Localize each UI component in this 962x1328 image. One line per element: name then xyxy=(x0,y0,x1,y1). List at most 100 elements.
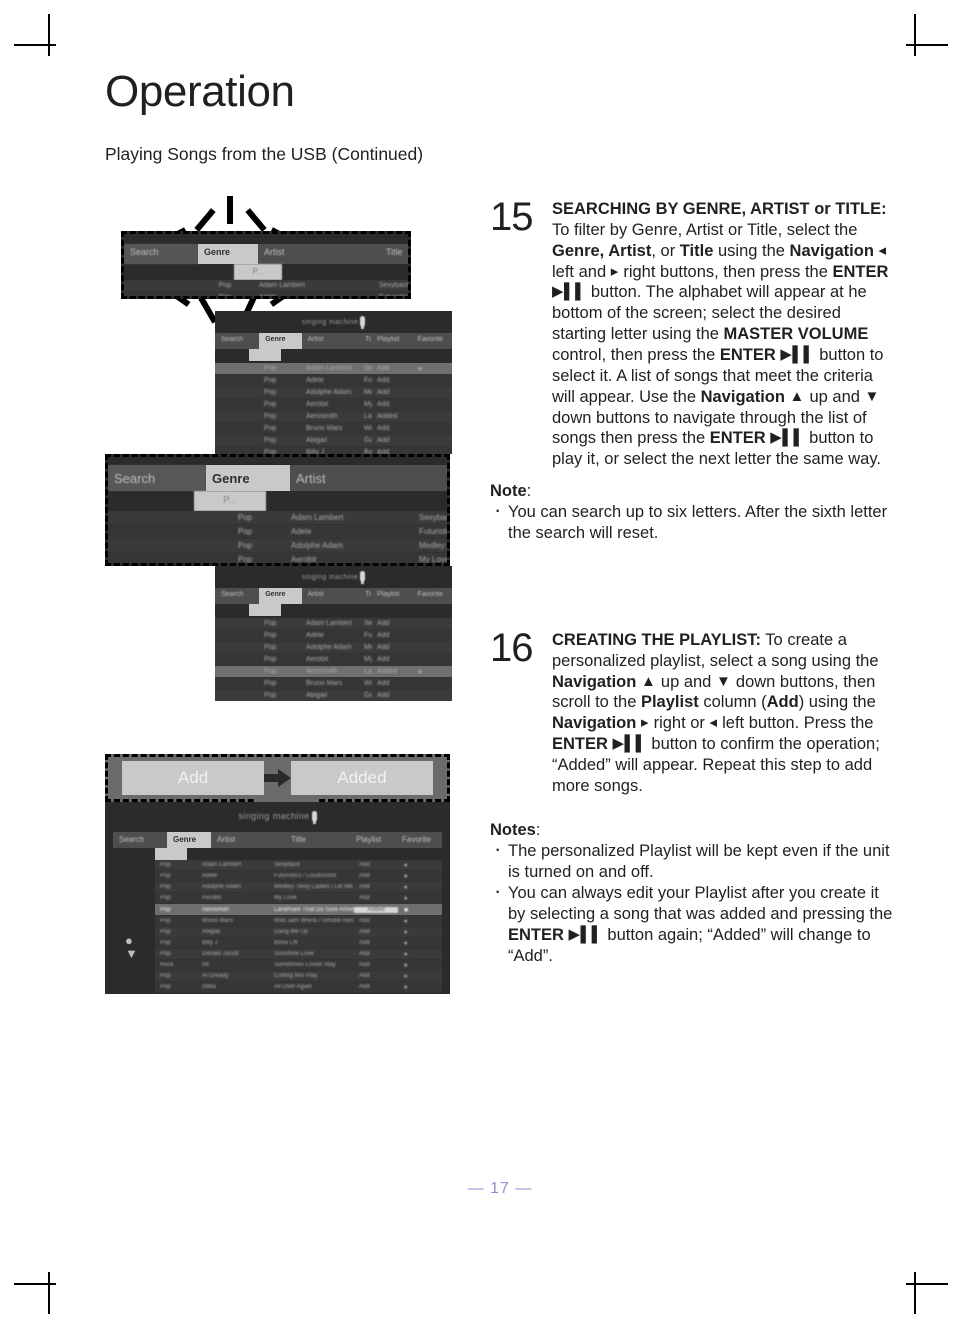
col-search[interactable]: Search xyxy=(113,832,167,848)
col-search[interactable]: Search xyxy=(215,333,259,349)
table-row[interactable]: Rock All Sometimes Loved Stay Add ★ xyxy=(155,960,442,971)
cell-playlist[interactable]: Add xyxy=(372,656,412,663)
cell-favorite[interactable]: ★ xyxy=(398,962,442,969)
table-row[interactable]: Pop Abigail Gang Me Up Add xyxy=(215,435,452,447)
filter-col-search[interactable]: Search xyxy=(124,244,198,264)
table-row[interactable]: Pop Aerosmith Landmark That Do Sure Arri… xyxy=(215,411,452,423)
table-row[interactable]: Pop Adolphe Adam Medley: Sexy Ladies / L… xyxy=(155,882,442,893)
table-row[interactable]: Pop Aerosmith Landmark That Do Sure Arri… xyxy=(215,666,452,678)
cell-playlist[interactable]: Add xyxy=(354,951,398,957)
table-row[interactable]: Pop Al Gready Cutting Mix Play Add ★ xyxy=(155,971,442,982)
col-title[interactable]: Title xyxy=(359,333,371,349)
cell-playlist[interactable]: Add xyxy=(372,692,412,699)
col-search[interactable]: Search xyxy=(215,588,259,604)
col-artist[interactable]: Artist xyxy=(302,588,360,604)
cell-favorite[interactable]: ★ xyxy=(398,940,442,947)
cell-playlist-added[interactable]: Added xyxy=(354,906,398,913)
cell-playlist[interactable]: Added xyxy=(372,413,412,420)
cell-favorite[interactable]: ★ xyxy=(412,365,452,373)
add-pill[interactable]: Add xyxy=(122,761,265,795)
table-row[interactable]: Pop Bruno Mars Wild Jam Wreck / Smoke Re… xyxy=(215,423,452,435)
table-row[interactable]: Pop Bruno Mars Wild Jam Wreck / Smoke Re… xyxy=(155,916,442,927)
cell-playlist[interactable]: Add xyxy=(372,620,412,627)
table-row[interactable]: Pop Aerobit My Love Add xyxy=(215,399,452,411)
col-genre[interactable]: Genre xyxy=(167,832,211,848)
cell-favorite[interactable]: ★ xyxy=(398,873,442,880)
col-artist[interactable]: Artist xyxy=(211,832,285,848)
table-row[interactable]: Pop Billy J Bona Lift Add xyxy=(215,447,452,454)
cell-favorite[interactable]: ★ xyxy=(412,668,452,676)
cell-playlist[interactable]: Add xyxy=(372,644,412,651)
cell-favorite[interactable]: ★ xyxy=(398,973,442,980)
col-genre[interactable]: Genre xyxy=(259,333,302,349)
table-row[interactable]: Pop Adam Lambert Sexyback Add ★ xyxy=(155,860,442,871)
table-row[interactable]: Pop Aerobit My Love Add xyxy=(215,654,452,666)
col-playlist[interactable]: Playlist xyxy=(350,832,396,848)
cell-playlist[interactable]: Add xyxy=(372,425,412,432)
cell-playlist[interactable]: Added xyxy=(372,668,412,675)
cell-playlist[interactable]: Add xyxy=(354,962,398,968)
cell-playlist[interactable]: Add xyxy=(354,929,398,935)
col-search[interactable]: Search xyxy=(108,465,206,491)
cell-playlist[interactable]: Add xyxy=(354,884,398,890)
table-row[interactable]: Pop Donald Jacob Sunshine Love Add ★ xyxy=(155,949,442,960)
cell-playlist[interactable]: Add xyxy=(372,401,412,408)
table-row-selected[interactable]: Pop Aerosmith Landmark That Do Sure Arri… xyxy=(155,904,442,916)
cell-playlist[interactable]: Add xyxy=(354,895,398,901)
cell-favorite[interactable]: ★ xyxy=(398,862,442,869)
col-playlist[interactable]: Playlist xyxy=(371,588,411,604)
cell-favorite[interactable]: ★ xyxy=(398,929,442,936)
cell-playlist[interactable]: Add xyxy=(354,862,398,868)
filter-col-artist[interactable]: Artist xyxy=(258,244,380,264)
cell-favorite[interactable]: ★ xyxy=(398,906,442,914)
col-favorite[interactable]: Favorite xyxy=(396,832,442,848)
col-artist[interactable]: Artist xyxy=(302,333,360,349)
table-row[interactable]: Pop Adolphe Adam Medley: Sexy Ladies / L… xyxy=(215,642,452,654)
col-title[interactable]: Title xyxy=(420,465,447,491)
cell-playlist[interactable]: Add xyxy=(372,365,412,372)
cell-playlist[interactable]: Add xyxy=(372,389,412,396)
filter-col-genre[interactable]: Genre xyxy=(198,244,258,264)
col-artist[interactable]: Artist xyxy=(290,465,420,491)
cell-playlist[interactable]: Add xyxy=(354,940,398,946)
cell-favorite[interactable]: ★ xyxy=(398,918,442,925)
table-row[interactable]: Pop Adolphe Adam Medley: Sexy Ladies / L… xyxy=(215,387,452,399)
table-row[interactable]: Pop Adele Futuristics / Loudsound xyxy=(108,525,447,539)
col-playlist[interactable]: Playlist xyxy=(371,333,411,349)
col-favorite[interactable]: Favorite xyxy=(412,588,452,604)
col-title[interactable]: Title xyxy=(359,588,371,604)
col-genre[interactable]: Genre xyxy=(259,588,302,604)
cell-playlist[interactable]: Add xyxy=(372,680,412,687)
cell-favorite[interactable]: ★ xyxy=(398,895,442,902)
cell-playlist[interactable]: Add xyxy=(354,973,398,979)
table-row[interactable]: Pop Billy J Bona Lift Add ★ xyxy=(155,938,442,949)
table-row[interactable]: Pop Adam Lambert Sexyback xyxy=(108,511,447,525)
col-title[interactable]: Title xyxy=(285,832,350,848)
table-row[interactable]: Pop Aerobit My Love xyxy=(108,553,447,563)
cell-playlist[interactable]: Add xyxy=(354,984,398,990)
table-row[interactable]: Pop Adele Futuristics / Loudsound xyxy=(124,292,408,296)
table-row[interactable]: Pop Adolphe Adam Medley: Sexy Ladies / L… xyxy=(108,539,447,553)
cell-playlist[interactable]: Add xyxy=(354,873,398,879)
table-row[interactable]: Pop Adam Lambert Sexyback Add ★ xyxy=(215,363,452,375)
cell-playlist[interactable]: Add xyxy=(372,437,412,444)
table-row[interactable]: Pop Abba All Over Again Add ★ xyxy=(155,982,442,993)
table-row[interactable]: Pop Adele Futuristics / Loudsound Add ★ xyxy=(155,871,442,882)
table-row[interactable]: Pop Abigail Gang Me Up Add ★ xyxy=(155,927,442,938)
cell-favorite[interactable]: ★ xyxy=(398,884,442,891)
table-row[interactable]: Pop Bruno Mars Wild Jam Wreck / Smoke Re… xyxy=(215,678,452,690)
table-row[interactable]: Pop Adam Lambert Sexyback Add xyxy=(215,618,452,630)
cell-playlist[interactable]: Add xyxy=(372,377,412,384)
table-row[interactable]: Pop Abigail Gang Me Up Add xyxy=(215,690,452,701)
cell-favorite[interactable]: ★ xyxy=(398,951,442,958)
added-pill[interactable]: Added xyxy=(290,761,433,795)
col-genre[interactable]: Genre xyxy=(206,465,290,491)
col-favorite[interactable]: Favorite xyxy=(412,333,452,349)
table-row[interactable]: Pop Adam Lambert Sexyback xyxy=(124,280,408,292)
filter-col-title[interactable]: Title xyxy=(380,244,408,264)
cell-playlist[interactable]: Add xyxy=(372,632,412,639)
table-row[interactable]: Pop Adele Futuristics / Loudsound Add xyxy=(215,375,452,387)
cell-favorite[interactable]: ★ xyxy=(398,984,442,991)
table-row[interactable]: Pop Aerobit My Love Add ★ xyxy=(155,893,442,904)
cell-playlist[interactable]: Add xyxy=(354,918,398,924)
